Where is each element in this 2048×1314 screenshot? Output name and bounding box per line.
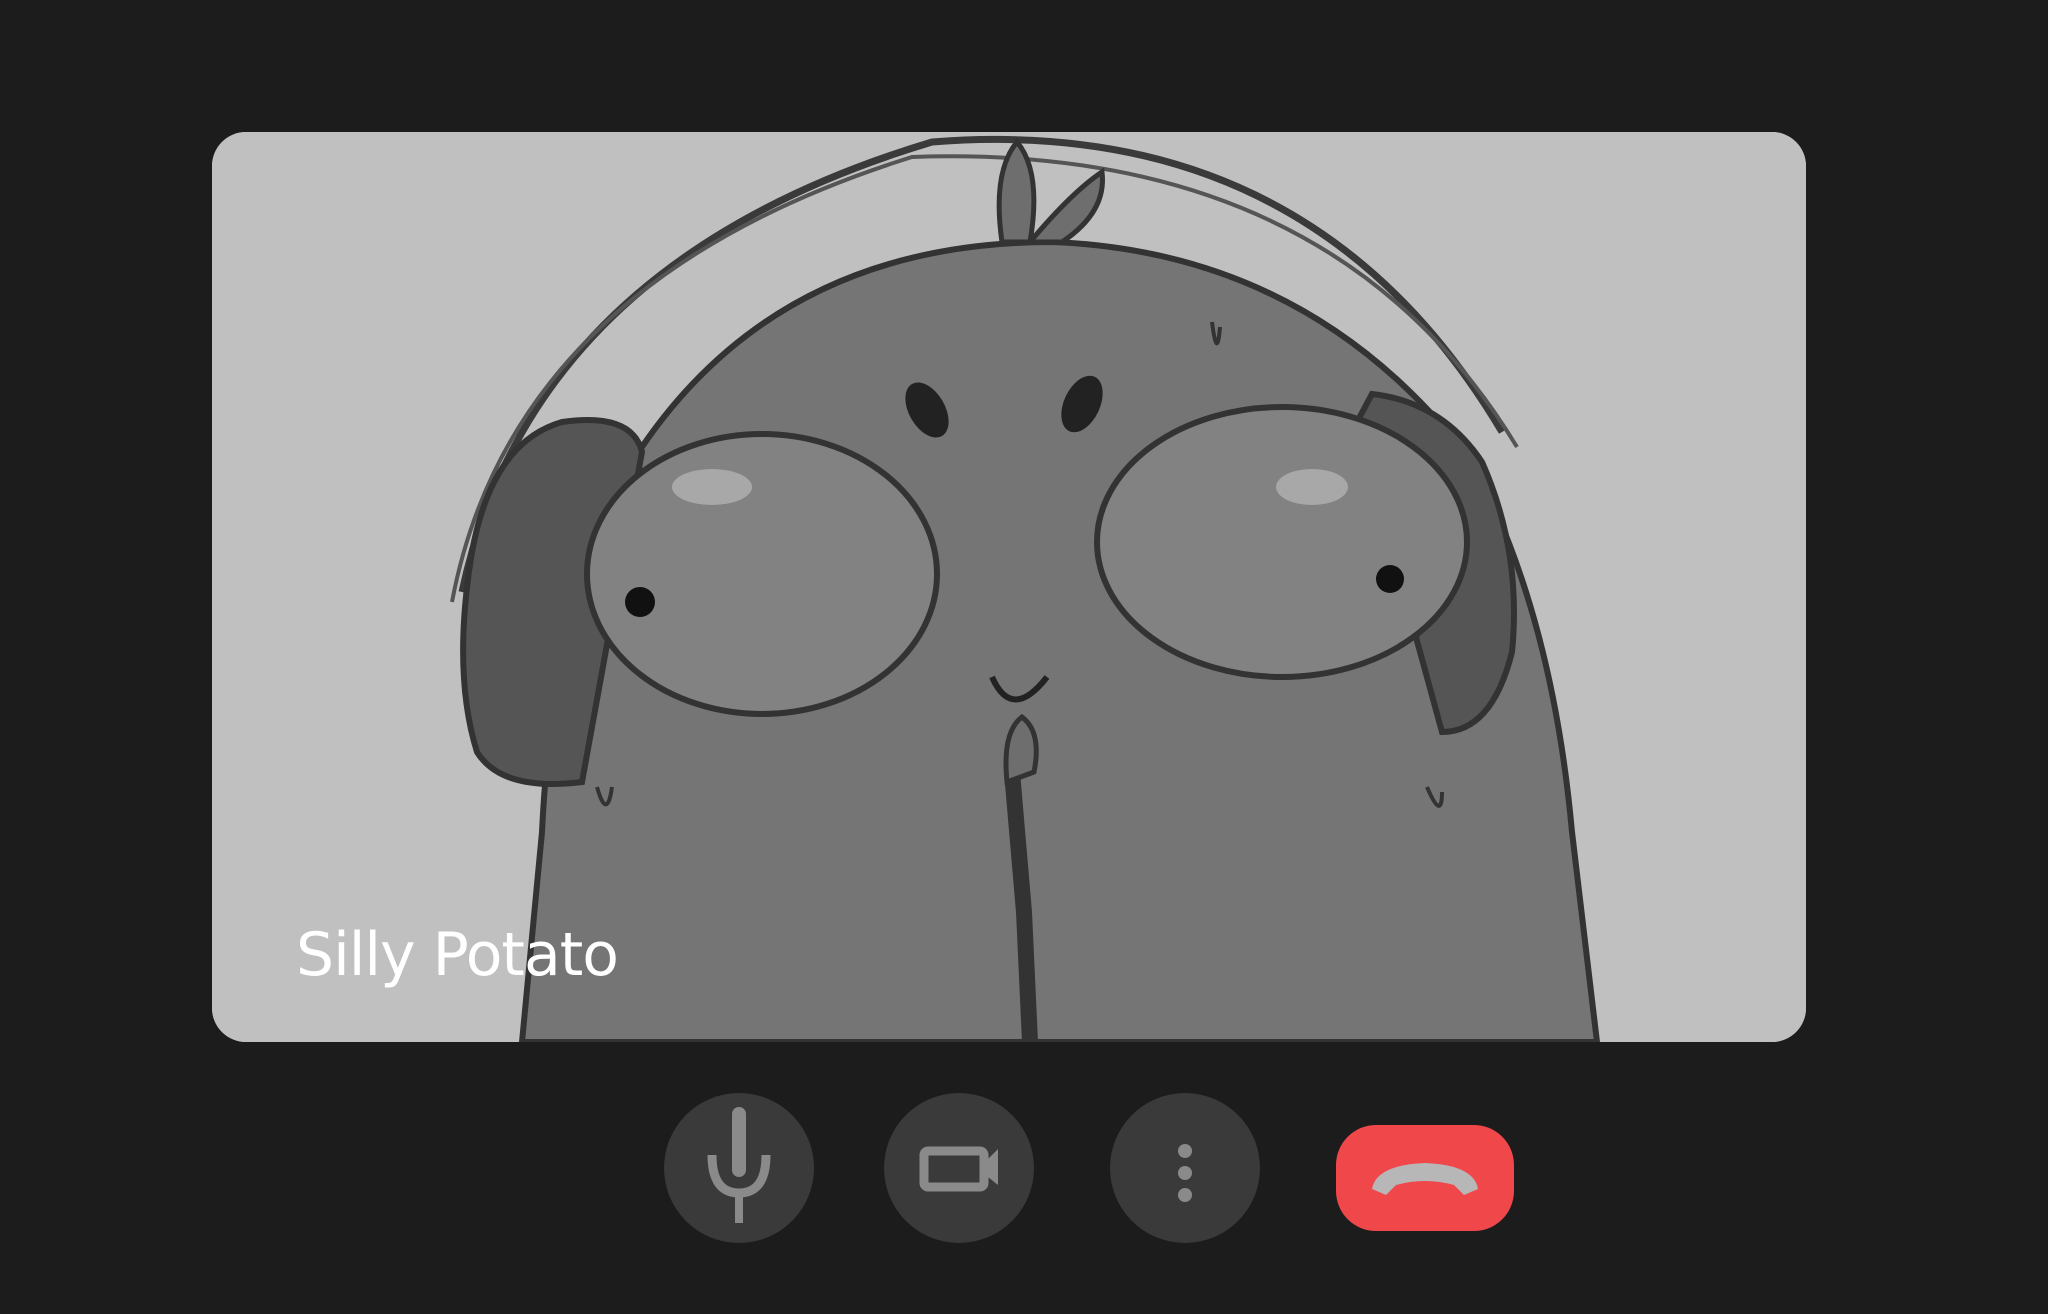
more-vertical-icon bbox=[1178, 1144, 1192, 1202]
phone-hangup-icon bbox=[1372, 1163, 1478, 1195]
end-call-button[interactable] bbox=[1336, 1125, 1514, 1231]
more-options-button[interactable] bbox=[1110, 1093, 1260, 1243]
video-camera-icon bbox=[919, 1146, 998, 1192]
microphone-icon bbox=[707, 1107, 771, 1223]
participant-name-label: Silly Potato bbox=[296, 920, 619, 990]
participant-video-feed bbox=[212, 132, 1806, 1042]
call-controls-bar bbox=[0, 1093, 2048, 1243]
toggle-camera-button[interactable] bbox=[884, 1093, 1034, 1243]
mute-microphone-button[interactable] bbox=[664, 1093, 814, 1243]
participant-video-tile: Silly Potato bbox=[212, 132, 1806, 1042]
video-call-window: Silly Potato bbox=[0, 0, 2048, 1314]
